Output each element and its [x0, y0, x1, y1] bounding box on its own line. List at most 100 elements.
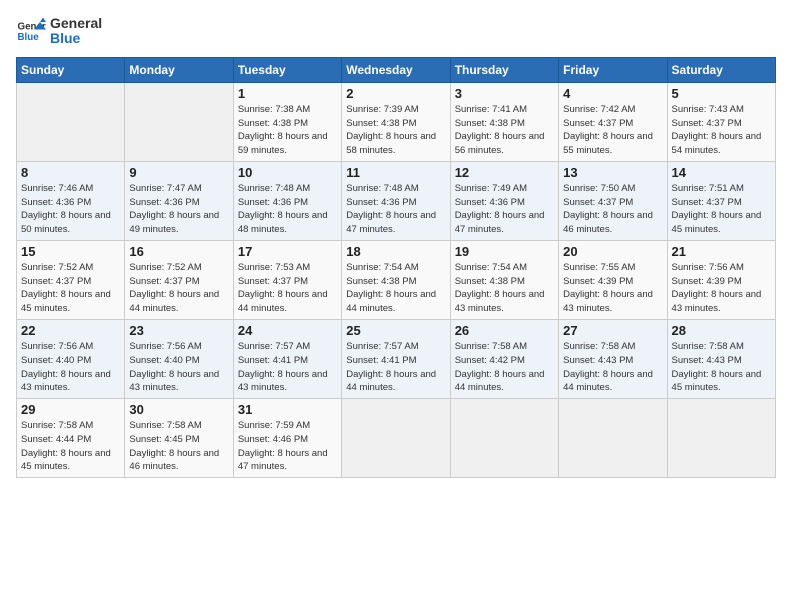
day-number: 24: [238, 323, 337, 338]
day-number: 28: [672, 323, 771, 338]
calendar-cell: 1 Sunrise: 7:38 AMSunset: 4:38 PMDaylight…: [233, 82, 341, 161]
calendar-cell: [17, 82, 125, 161]
calendar-cell: [667, 399, 775, 478]
page: General Blue General Blue SundayMondayTu…: [0, 0, 792, 612]
calendar-cell: 17Sunrise: 7:53 AMSunset: 4:37 PMDayligh…: [233, 240, 341, 319]
day-info: Sunrise: 7:56 AMSunset: 4:40 PMDaylight:…: [129, 340, 228, 395]
day-info: Sunrise: 7:58 AMSunset: 4:43 PMDaylight:…: [672, 340, 771, 395]
calendar-cell: 21Sunrise: 7:56 AMSunset: 4:39 PMDayligh…: [667, 240, 775, 319]
col-header-wednesday: Wednesday: [342, 57, 450, 82]
day-number: 13: [563, 165, 662, 180]
calendar-cell: 12 Sunrise: 7:49 AMSunset: 4:36 PMDayligh…: [450, 161, 558, 240]
day-number: 12: [455, 165, 554, 180]
calendar-cell: 28 Sunrise: 7:58 AMSunset: 4:43 PMDayligh…: [667, 319, 775, 398]
week-row-2: 8 Sunrise: 7:46 AMSunset: 4:36 PMDaylight…: [17, 161, 776, 240]
day-number: 3: [455, 86, 554, 101]
day-info: Sunrise: 7:58 AMSunset: 4:45 PMDaylight:…: [129, 419, 228, 474]
day-info: Sunrise: 7:54 AMSunset: 4:38 PMDaylight:…: [346, 261, 445, 316]
day-number: 22: [21, 323, 120, 338]
calendar-cell: 22 Sunrise: 7:56 AMSunset: 4:40 PMDayligh…: [17, 319, 125, 398]
logo-icon: General Blue: [16, 16, 46, 46]
day-info: Sunrise: 7:48 AMSunset: 4:36 PMDaylight:…: [346, 182, 445, 237]
day-number: 1: [238, 86, 337, 101]
day-number: 4: [563, 86, 662, 101]
day-info: Sunrise: 7:41 AMSunset: 4:38 PMDaylight:…: [455, 103, 554, 158]
calendar-cell: 29 Sunrise: 7:58 AMSunset: 4:44 PMDayligh…: [17, 399, 125, 478]
day-info: Sunrise: 7:56 AMSunset: 4:40 PMDaylight:…: [21, 340, 120, 395]
calendar-cell: 10 Sunrise: 7:48 AMSunset: 4:36 PMDayligh…: [233, 161, 341, 240]
day-number: 27: [563, 323, 662, 338]
col-header-tuesday: Tuesday: [233, 57, 341, 82]
calendar-cell: 24 Sunrise: 7:57 AMSunset: 4:41 PMDayligh…: [233, 319, 341, 398]
day-number: 25: [346, 323, 445, 338]
week-row-4: 22 Sunrise: 7:56 AMSunset: 4:40 PMDayligh…: [17, 319, 776, 398]
calendar-cell: 27 Sunrise: 7:58 AMSunset: 4:43 PMDayligh…: [559, 319, 667, 398]
day-number: 21: [672, 244, 771, 259]
day-info: Sunrise: 7:48 AMSunset: 4:36 PMDaylight:…: [238, 182, 337, 237]
calendar-cell: [559, 399, 667, 478]
week-row-1: 1 Sunrise: 7:38 AMSunset: 4:38 PMDaylight…: [17, 82, 776, 161]
calendar-cell: 8 Sunrise: 7:46 AMSunset: 4:36 PMDaylight…: [17, 161, 125, 240]
calendar-cell: 16Sunrise: 7:52 AMSunset: 4:37 PMDayligh…: [125, 240, 233, 319]
calendar-cell: 11 Sunrise: 7:48 AMSunset: 4:36 PMDayligh…: [342, 161, 450, 240]
day-info: Sunrise: 7:59 AMSunset: 4:46 PMDaylight:…: [238, 419, 337, 474]
day-number: 9: [129, 165, 228, 180]
calendar-cell: 15 Sunrise: 7:52 AMSunset: 4:37 PMDayligh…: [17, 240, 125, 319]
calendar-table: SundayMondayTuesdayWednesdayThursdayFrid…: [16, 57, 776, 478]
header-row: SundayMondayTuesdayWednesdayThursdayFrid…: [17, 57, 776, 82]
day-number: 17: [238, 244, 337, 259]
calendar-cell: 26 Sunrise: 7:58 AMSunset: 4:42 PMDayligh…: [450, 319, 558, 398]
day-number: 26: [455, 323, 554, 338]
day-info: Sunrise: 7:46 AMSunset: 4:36 PMDaylight:…: [21, 182, 120, 237]
day-number: 18: [346, 244, 445, 259]
day-number: 15: [21, 244, 120, 259]
calendar-cell: 25 Sunrise: 7:57 AMSunset: 4:41 PMDayligh…: [342, 319, 450, 398]
day-number: 10: [238, 165, 337, 180]
day-info: Sunrise: 7:57 AMSunset: 4:41 PMDaylight:…: [346, 340, 445, 395]
col-header-thursday: Thursday: [450, 57, 558, 82]
logo: General Blue General Blue: [16, 16, 102, 47]
day-info: Sunrise: 7:58 AMSunset: 4:43 PMDaylight:…: [563, 340, 662, 395]
calendar-cell: 2 Sunrise: 7:39 AMSunset: 4:38 PMDaylight…: [342, 82, 450, 161]
day-number: 8: [21, 165, 120, 180]
week-row-3: 15 Sunrise: 7:52 AMSunset: 4:37 PMDayligh…: [17, 240, 776, 319]
day-info: Sunrise: 7:50 AMSunset: 4:37 PMDaylight:…: [563, 182, 662, 237]
day-number: 20: [563, 244, 662, 259]
calendar-cell: 19 Sunrise: 7:54 AMSunset: 4:38 PMDayligh…: [450, 240, 558, 319]
day-number: 29: [21, 402, 120, 417]
calendar-cell: 31 Sunrise: 7:59 AMSunset: 4:46 PMDayligh…: [233, 399, 341, 478]
day-info: Sunrise: 7:58 AMSunset: 4:42 PMDaylight:…: [455, 340, 554, 395]
day-info: Sunrise: 7:47 AMSunset: 4:36 PMDaylight:…: [129, 182, 228, 237]
calendar-cell: 20 Sunrise: 7:55 AMSunset: 4:39 PMDayligh…: [559, 240, 667, 319]
day-number: 11: [346, 165, 445, 180]
day-number: 5: [672, 86, 771, 101]
day-info: Sunrise: 7:51 AMSunset: 4:37 PMDaylight:…: [672, 182, 771, 237]
day-info: Sunrise: 7:52 AMSunset: 4:37 PMDaylight:…: [21, 261, 120, 316]
col-header-friday: Friday: [559, 57, 667, 82]
day-number: 16: [129, 244, 228, 259]
day-info: Sunrise: 7:54 AMSunset: 4:38 PMDaylight:…: [455, 261, 554, 316]
day-info: Sunrise: 7:39 AMSunset: 4:38 PMDaylight:…: [346, 103, 445, 158]
day-info: Sunrise: 7:43 AMSunset: 4:37 PMDaylight:…: [672, 103, 771, 158]
calendar-cell: 30Sunrise: 7:58 AMSunset: 4:45 PMDayligh…: [125, 399, 233, 478]
day-info: Sunrise: 7:42 AMSunset: 4:37 PMDaylight:…: [563, 103, 662, 158]
day-info: Sunrise: 7:58 AMSunset: 4:44 PMDaylight:…: [21, 419, 120, 474]
calendar-cell: 3 Sunrise: 7:41 AMSunset: 4:38 PMDaylight…: [450, 82, 558, 161]
calendar-cell: 5 Sunrise: 7:43 AMSunset: 4:37 PMDaylight…: [667, 82, 775, 161]
calendar-cell: 9 Sunrise: 7:47 AMSunset: 4:36 PMDaylight…: [125, 161, 233, 240]
day-info: Sunrise: 7:55 AMSunset: 4:39 PMDaylight:…: [563, 261, 662, 316]
day-number: 2: [346, 86, 445, 101]
calendar-cell: [342, 399, 450, 478]
day-info: Sunrise: 7:38 AMSunset: 4:38 PMDaylight:…: [238, 103, 337, 158]
day-info: Sunrise: 7:57 AMSunset: 4:41 PMDaylight:…: [238, 340, 337, 395]
calendar-cell: 18 Sunrise: 7:54 AMSunset: 4:38 PMDayligh…: [342, 240, 450, 319]
day-number: 23: [129, 323, 228, 338]
header: General Blue General Blue: [16, 16, 776, 47]
calendar-cell: 13 Sunrise: 7:50 AMSunset: 4:37 PMDayligh…: [559, 161, 667, 240]
day-number: 19: [455, 244, 554, 259]
day-info: Sunrise: 7:49 AMSunset: 4:36 PMDaylight:…: [455, 182, 554, 237]
col-header-saturday: Saturday: [667, 57, 775, 82]
day-number: 31: [238, 402, 337, 417]
col-header-monday: Monday: [125, 57, 233, 82]
calendar-cell: 14Sunrise: 7:51 AMSunset: 4:37 PMDayligh…: [667, 161, 775, 240]
